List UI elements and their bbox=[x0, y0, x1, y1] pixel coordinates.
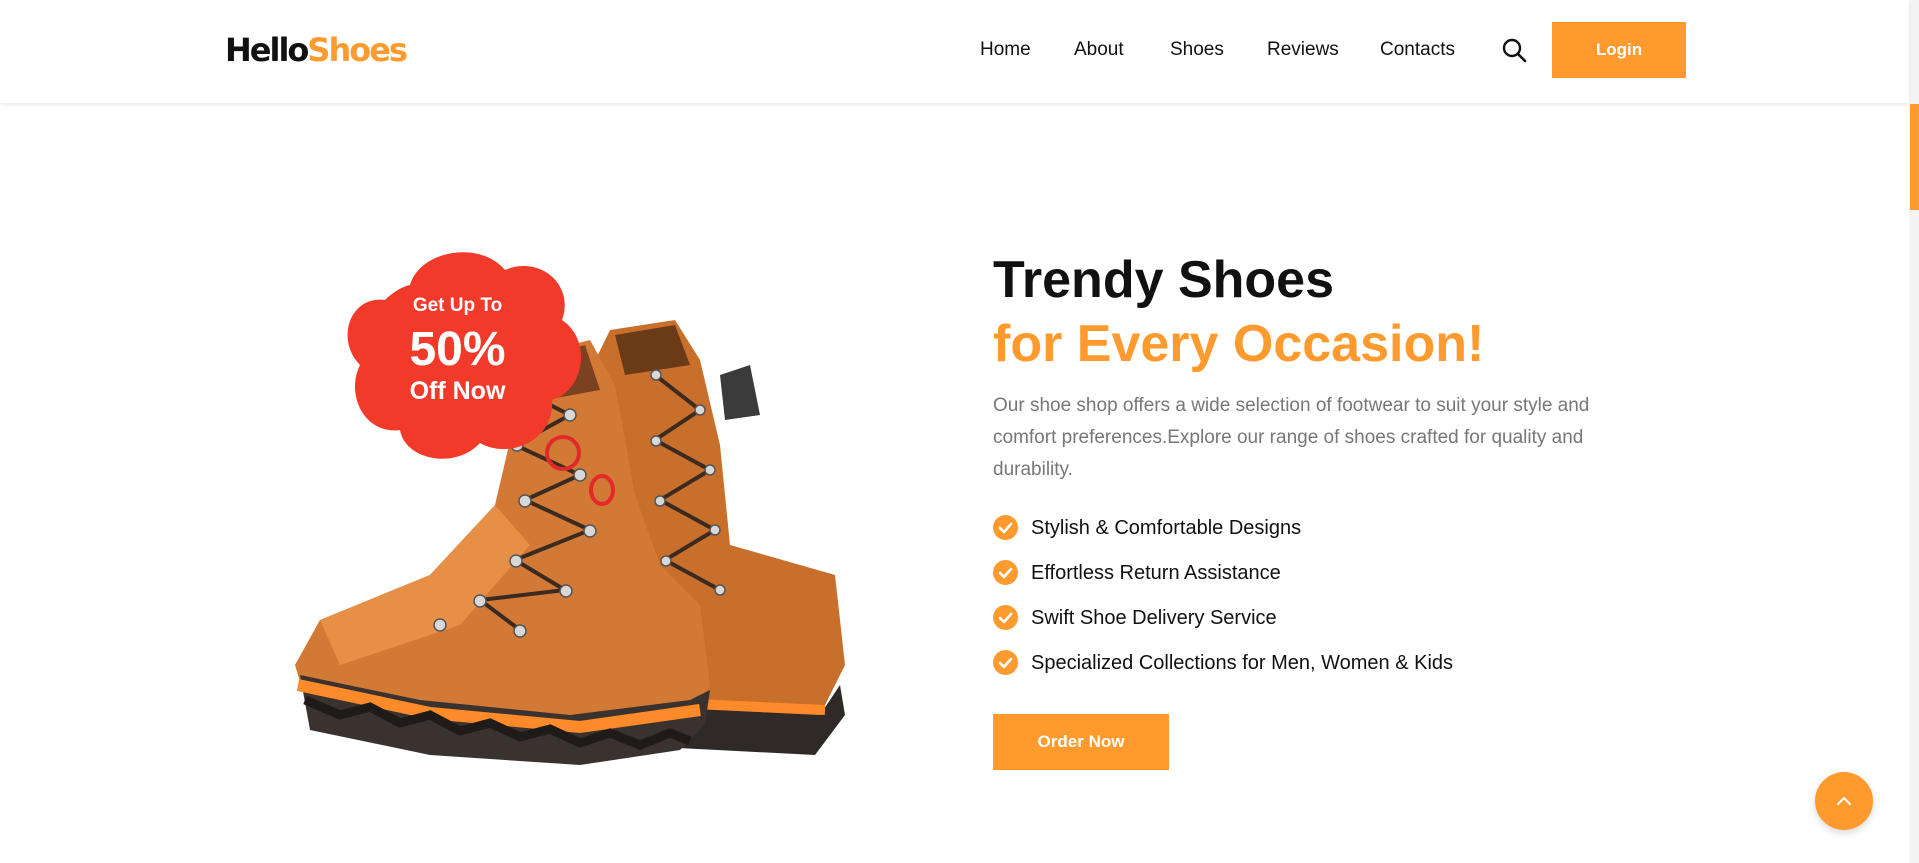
nav-home[interactable]: Home bbox=[980, 38, 1031, 62]
feature-label: Swift Shoe Delivery Service bbox=[1031, 607, 1277, 629]
check-circle-icon bbox=[993, 605, 1018, 630]
check-circle-icon bbox=[993, 515, 1018, 540]
feature-label: Effortless Return Assistance bbox=[1031, 562, 1281, 584]
nav-shoes[interactable]: Shoes bbox=[1170, 38, 1224, 62]
nav-reviews[interactable]: Reviews bbox=[1267, 38, 1339, 62]
hero-description: Our shoe shop offers a wide selection of… bbox=[993, 395, 1590, 480]
badge-line1: Get Up To bbox=[412, 295, 503, 316]
feature-label: Stylish & Comfortable Designs bbox=[1031, 517, 1302, 539]
check-circle-icon bbox=[993, 560, 1018, 585]
login-button[interactable]: Login bbox=[1552, 22, 1686, 78]
check-circle-icon bbox=[993, 650, 1018, 675]
badge-line3: Off Now bbox=[409, 377, 506, 405]
site-header: HelloShoes Home About Shoes Reviews Cont… bbox=[0, 0, 1909, 103]
hero-title-line2: for Every Occasion! bbox=[993, 315, 1485, 373]
nav-about[interactable]: About bbox=[1074, 38, 1124, 62]
feature-label: Specialized Collections for Men, Women &… bbox=[1031, 652, 1454, 674]
site-logo[interactable]: HelloShoes bbox=[225, 30, 408, 70]
chevron-up-icon bbox=[1837, 797, 1851, 805]
logo-word-hello: Hello bbox=[225, 31, 309, 69]
order-now-button[interactable]: Order Now bbox=[993, 714, 1169, 770]
hero-title-line1: Trendy Shoes bbox=[993, 251, 1334, 309]
nav-contacts[interactable]: Contacts bbox=[1380, 38, 1455, 62]
logo-word-shoes: Shoes bbox=[307, 31, 408, 69]
search-icon[interactable] bbox=[1500, 36, 1528, 64]
scrollbar-thumb[interactable] bbox=[1910, 104, 1919, 210]
badge-percent: 50% bbox=[409, 323, 506, 376]
back-to-top-button[interactable] bbox=[1815, 772, 1873, 830]
